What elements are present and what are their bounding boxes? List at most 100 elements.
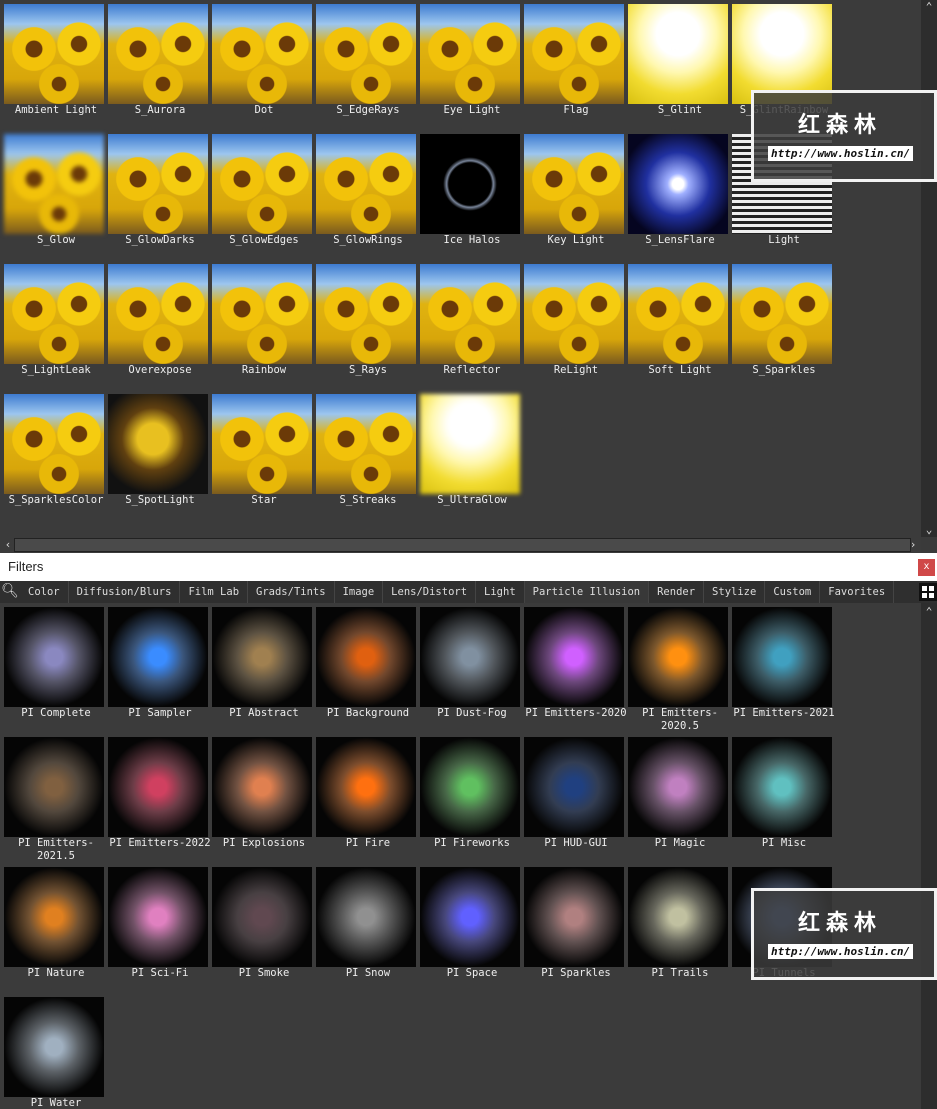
filter-label: PI Water xyxy=(30,1097,82,1109)
top-s-glowedges[interactable]: S_GlowEdges xyxy=(208,130,312,260)
horizontal-scrollbar[interactable]: ‹ › xyxy=(0,537,921,553)
top-s-lensflare[interactable]: S_LensFlare xyxy=(624,130,728,260)
bottom-pi-emitters-2021[interactable]: PI Emitters-2021 xyxy=(728,603,835,733)
thumbnail xyxy=(732,607,832,707)
bottom-pi-smoke[interactable]: PI Smoke xyxy=(208,863,312,993)
tab-render[interactable]: Render xyxy=(649,581,705,603)
top-eye-light[interactable]: Eye Light xyxy=(416,0,520,130)
tab-color[interactable]: Color xyxy=(20,581,69,603)
tab-light[interactable]: Light xyxy=(476,581,525,603)
bottom-pi-misc[interactable]: PI Misc xyxy=(728,733,832,863)
top-s-aurora[interactable]: S_Aurora xyxy=(104,0,208,130)
scroll-up-arrow[interactable]: ⌃ xyxy=(921,0,937,14)
top-key-light[interactable]: Key Light xyxy=(520,130,624,260)
bottom-pi-abstract[interactable]: PI Abstract xyxy=(208,603,312,733)
thumbnail xyxy=(108,134,208,234)
tab-favorites[interactable]: Favorites xyxy=(820,581,895,603)
thumbnail xyxy=(524,737,624,837)
top-relight[interactable]: ReLight xyxy=(520,260,624,390)
bottom-pi-dust-fog[interactable]: PI Dust-Fog xyxy=(416,603,520,733)
bottom-pi-snow[interactable]: PI Snow xyxy=(312,863,416,993)
top-dot[interactable]: Dot xyxy=(208,0,312,130)
bottom-pi-space[interactable]: PI Space xyxy=(416,863,520,993)
scroll-down-arrow[interactable]: ⌄ xyxy=(921,523,937,537)
filter-label: PI Misc xyxy=(761,837,807,849)
top-s-sparklescolor[interactable]: S_SparklesColor xyxy=(0,390,104,520)
thumbnail xyxy=(732,4,832,104)
tab-particle-illusion[interactable]: Particle Illusion xyxy=(524,581,650,603)
top-s-glow[interactable]: S_Glow xyxy=(0,130,104,260)
bottom-pi-emitters-2022[interactable]: PI Emitters-2022 xyxy=(104,733,211,863)
top-s-spotlight[interactable]: S_SpotLight xyxy=(104,390,208,520)
bottom-pi-fireworks[interactable]: PI Fireworks xyxy=(416,733,520,863)
bottom-pi-explosions[interactable]: PI Explosions xyxy=(208,733,312,863)
tab-stylize[interactable]: Stylize xyxy=(704,581,766,603)
top-ambient-light[interactable]: Ambient Light xyxy=(0,0,104,130)
search-icon[interactable]: 🔍︎ xyxy=(0,581,20,603)
thumbnail xyxy=(212,394,312,494)
filter-label: PI Smoke xyxy=(238,967,290,979)
filter-label: PI Dust-Fog xyxy=(437,707,507,719)
top-rainbow[interactable]: Rainbow xyxy=(208,260,312,390)
top-flag[interactable]: Flag xyxy=(520,0,624,130)
top-star[interactable]: Star xyxy=(208,390,312,520)
filter-label: Eye Light xyxy=(443,104,501,116)
watermark-url: http://www.hoslin.cn/ xyxy=(768,146,914,161)
bottom-vertical-scrollbar[interactable]: ⌃ xyxy=(921,603,937,1109)
top-reflector[interactable]: Reflector xyxy=(416,260,520,390)
thumbnail xyxy=(316,134,416,234)
tab-grads-tints[interactable]: Grads/Tints xyxy=(248,581,335,603)
tab-image[interactable]: Image xyxy=(335,581,384,603)
scroll-track[interactable] xyxy=(14,538,911,552)
top-s-glowrings[interactable]: S_GlowRings xyxy=(312,130,416,260)
bottom-pi-magic[interactable]: PI Magic xyxy=(624,733,728,863)
scroll-right-arrow[interactable]: › xyxy=(905,538,921,552)
watermark-text: 红森林 xyxy=(798,113,883,138)
bottom-pi-sci-fi[interactable]: PI Sci-Fi xyxy=(104,863,208,993)
thumbnail xyxy=(524,134,624,234)
filter-label: PI Trails xyxy=(651,967,709,979)
bottom-pi-nature[interactable]: PI Nature xyxy=(0,863,104,993)
filter-label: Reflector xyxy=(443,364,501,376)
close-button[interactable]: x xyxy=(918,559,935,576)
top-s-glowdarks[interactable]: S_GlowDarks xyxy=(104,130,208,260)
filter-label: ReLight xyxy=(553,364,599,376)
bottom-pi-hud-gui[interactable]: PI HUD-GUI xyxy=(520,733,624,863)
watermark-url: http://www.hoslin.cn/ xyxy=(768,944,914,959)
top-ice-halos[interactable]: Ice Halos xyxy=(416,130,520,260)
watermark-text: 红森林 xyxy=(798,911,883,936)
top-s-edgerays[interactable]: S_EdgeRays xyxy=(312,0,416,130)
tab-diffusion-blurs[interactable]: Diffusion/Blurs xyxy=(69,581,181,603)
tab-film-lab[interactable]: Film Lab xyxy=(180,581,249,603)
bottom-pi-background[interactable]: PI Background xyxy=(312,603,416,733)
top-s-ultraglow[interactable]: S_UltraGlow xyxy=(416,390,520,520)
tab-custom[interactable]: Custom xyxy=(765,581,821,603)
top-vertical-scrollbar[interactable]: ⌃ ⌄ xyxy=(921,0,937,537)
filter-label: PI Magic xyxy=(654,837,706,849)
top-s-rays[interactable]: S_Rays xyxy=(312,260,416,390)
bottom-pi-water[interactable]: PI Water xyxy=(0,993,104,1109)
grid-view-icon[interactable] xyxy=(919,583,937,601)
bottom-pi-emitters-2020[interactable]: PI Emitters-2020 xyxy=(520,603,627,733)
bottom-pi-emitters-2021-5[interactable]: PI Emitters-2021.5 xyxy=(0,733,104,863)
top-s-streaks[interactable]: S_Streaks xyxy=(312,390,416,520)
top-overexpose[interactable]: Overexpose xyxy=(104,260,208,390)
bottom-pi-sparkles[interactable]: PI Sparkles xyxy=(520,863,624,993)
bottom-pi-sampler[interactable]: PI Sampler xyxy=(104,603,208,733)
tab-lens-distort[interactable]: Lens/Distort xyxy=(383,581,477,603)
top-s-sparkles[interactable]: S_Sparkles xyxy=(728,260,832,390)
bottom-pi-emitters-2020-5[interactable]: PI Emitters-2020.5 xyxy=(624,603,728,733)
top-soft-light[interactable]: Soft Light xyxy=(624,260,728,390)
top-s-glint[interactable]: S_Glint xyxy=(624,0,728,130)
category-tabs: 🔍︎ Color Diffusion/Blurs Film Lab Grads/Tin… xyxy=(0,581,937,603)
thumbnail xyxy=(108,4,208,104)
scroll-up-arrow[interactable]: ⌃ xyxy=(921,605,937,619)
thumbnail xyxy=(628,134,728,234)
bottom-pi-complete[interactable]: PI Complete xyxy=(0,603,104,733)
bottom-pi-fire[interactable]: PI Fire xyxy=(312,733,416,863)
bottom-pi-trails[interactable]: PI Trails xyxy=(624,863,728,993)
thumbnail xyxy=(4,997,104,1097)
top-s-lightleak[interactable]: S_LightLeak xyxy=(0,260,104,390)
thumbnail xyxy=(316,4,416,104)
filter-label: PI Explosions xyxy=(222,837,306,849)
